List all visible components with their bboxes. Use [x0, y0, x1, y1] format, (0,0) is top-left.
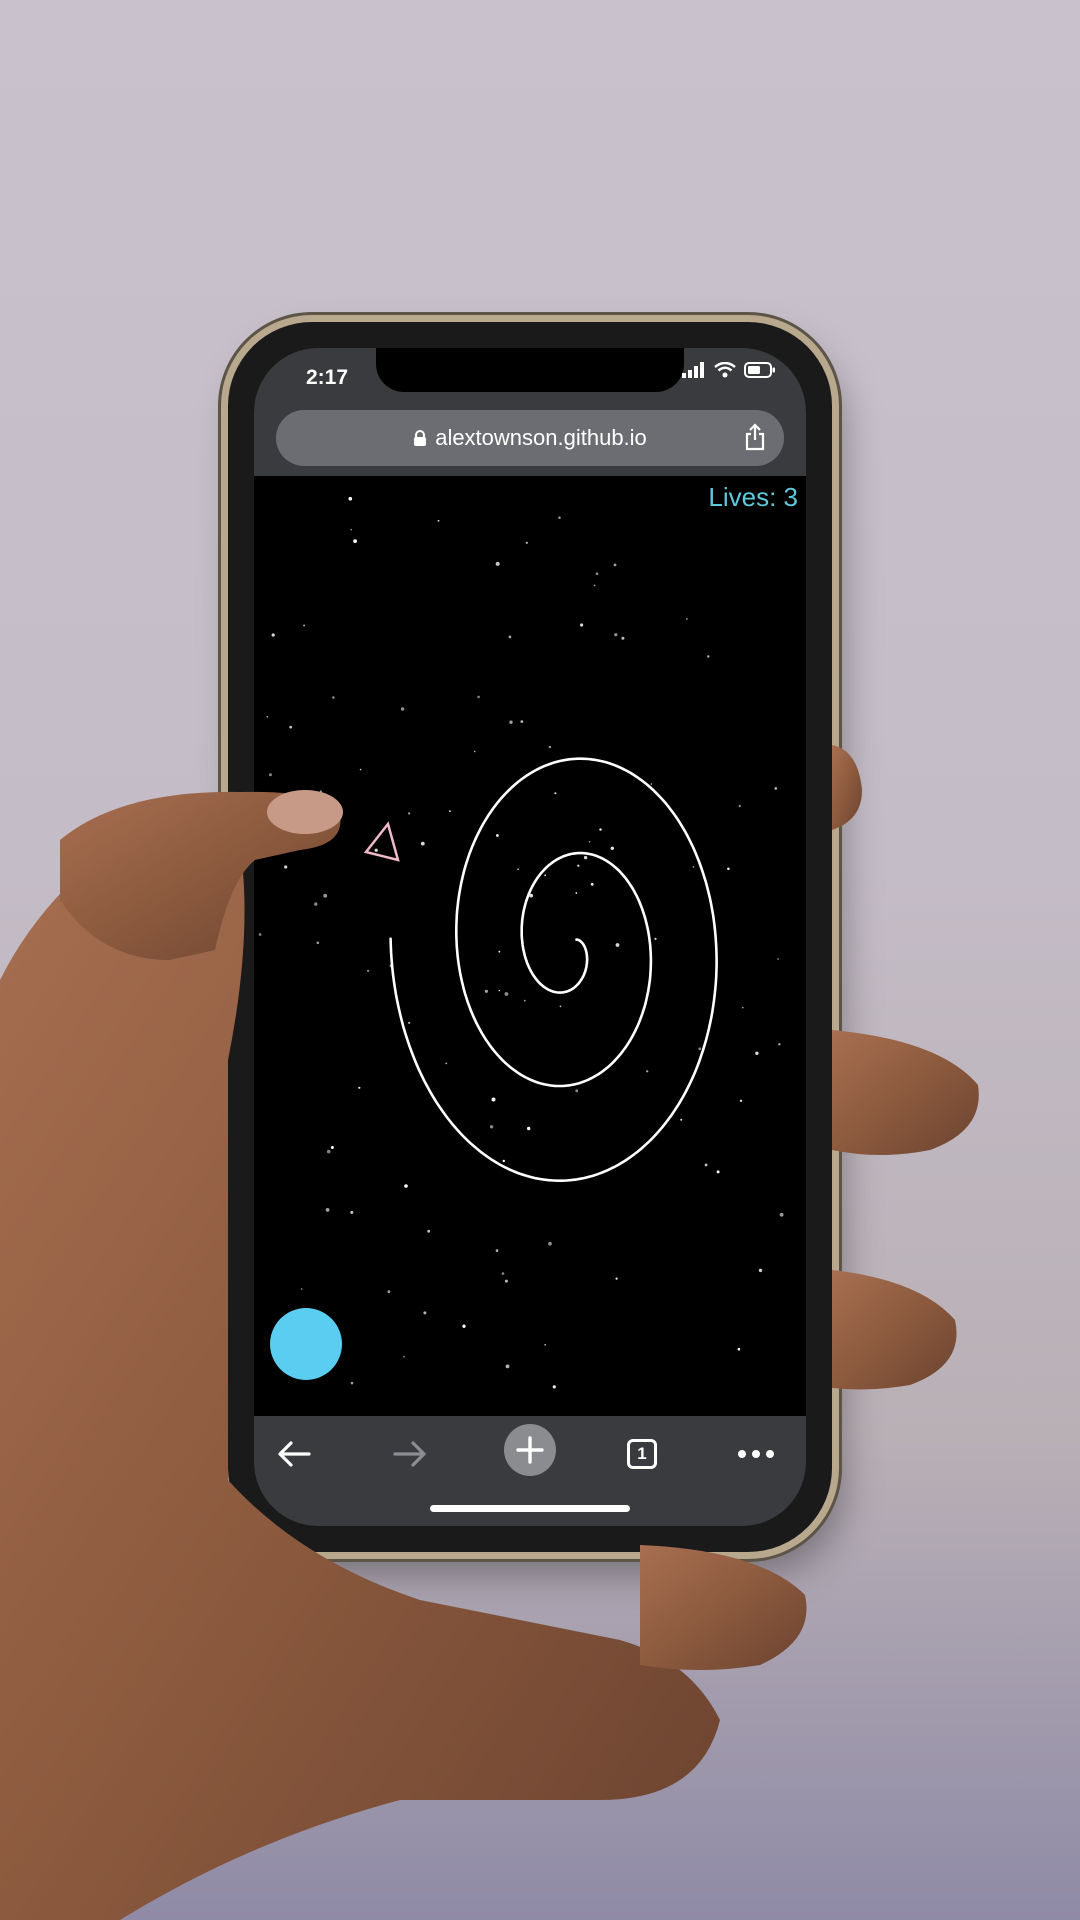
photo-scene: 2:17 alextownson.github.io Lives: 3 1 — [0, 0, 1080, 1920]
hand — [0, 745, 979, 1920]
